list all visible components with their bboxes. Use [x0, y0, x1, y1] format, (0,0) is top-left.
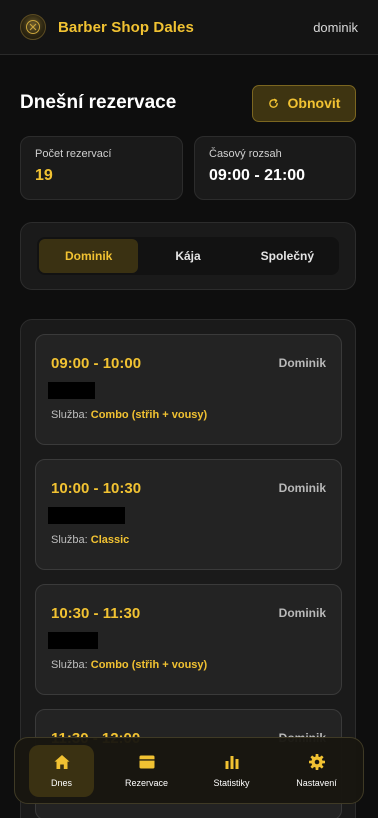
- reservation-barber: Dominik: [278, 481, 326, 495]
- nav-label: Statistiky: [213, 778, 250, 788]
- bar-chart-icon: [225, 756, 238, 769]
- reservation-service: Služba: Classic: [51, 534, 129, 546]
- reservation-barber: Dominik: [278, 356, 326, 370]
- refresh-button[interactable]: Obnovit: [252, 84, 356, 122]
- service-name: Classic: [90, 534, 130, 546]
- nav-item-nastaveni[interactable]: Nastavení: [284, 745, 349, 797]
- reservation-time: 10:30 - 11:30: [51, 605, 141, 622]
- nav-label: Dnes: [50, 778, 72, 788]
- nav-item-statistiky[interactable]: Statistiky: [199, 745, 264, 797]
- app-header: Barber Shop Dales dominik: [0, 0, 378, 55]
- redacted-customer-name: [48, 507, 125, 524]
- app-brand[interactable]: Barber Shop Dales: [58, 19, 194, 36]
- nav-item-rezervace[interactable]: Rezervace: [114, 745, 179, 797]
- service-prefix: Služba:: [51, 409, 88, 421]
- reservation-card[interactable]: 10:00 - 10:30 Dominik Služba: Classic: [35, 459, 342, 570]
- stat-label: Časový rozsah: [209, 148, 282, 160]
- bottom-navigation: Dnes Rezervace Statistiky Nastavení: [14, 737, 364, 804]
- reservation-service: Služba: Combo (střih + vousy): [51, 659, 207, 671]
- calendar-icon: [139, 755, 154, 769]
- stat-time-range: Časový rozsah 09:00 - 21:00: [194, 136, 356, 200]
- reservation-time: 09:00 - 10:00: [51, 355, 142, 372]
- reservation-card[interactable]: 10:30 - 11:30 Dominik Služba: Combo (stř…: [35, 584, 342, 695]
- refresh-icon: [268, 98, 278, 108]
- stat-label: Počet rezervací: [35, 148, 112, 160]
- service-prefix: Služba:: [51, 534, 88, 546]
- service-prefix: Služba:: [51, 659, 88, 671]
- nav-label: Rezervace: [124, 778, 169, 788]
- redacted-customer-name: [48, 632, 98, 649]
- barber-tabs: Dominik Kája Společný: [37, 237, 339, 275]
- barber-logo-icon: [20, 14, 46, 40]
- barber-filter-card: Dominik Kája Společný: [20, 222, 356, 290]
- tab-spolecny[interactable]: Společný: [238, 239, 337, 273]
- reservation-time: 10:00 - 10:30: [51, 480, 142, 497]
- stat-reservation-count: Počet rezervací 19: [20, 136, 183, 200]
- nav-item-dnes[interactable]: Dnes: [29, 744, 94, 797]
- home-icon: [54, 755, 69, 769]
- title-row: Dnešní rezervace Obnovit: [20, 84, 356, 122]
- stat-value: 19: [35, 167, 53, 184]
- tab-kaja[interactable]: Kája: [138, 239, 237, 273]
- reservation-service: Služba: Combo (střih + vousy): [51, 409, 207, 421]
- page-title: Dnešní rezervace: [20, 92, 177, 113]
- reservation-barber: Dominik: [278, 606, 326, 620]
- gear-icon: [308, 754, 325, 770]
- nav-label: Nastavení: [296, 778, 337, 788]
- redacted-customer-name: [48, 382, 95, 399]
- refresh-button-label: Obnovit: [287, 95, 341, 111]
- reservation-card[interactable]: 09:00 - 10:00 Dominik Služba: Combo (stř…: [35, 334, 342, 445]
- stat-value: 09:00 - 21:00: [209, 167, 306, 184]
- service-name: Combo (střih + vousy): [90, 659, 208, 671]
- service-name: Combo (střih + vousy): [90, 409, 208, 421]
- user-name[interactable]: dominik: [313, 20, 358, 35]
- tab-dominik[interactable]: Dominik: [39, 239, 139, 273]
